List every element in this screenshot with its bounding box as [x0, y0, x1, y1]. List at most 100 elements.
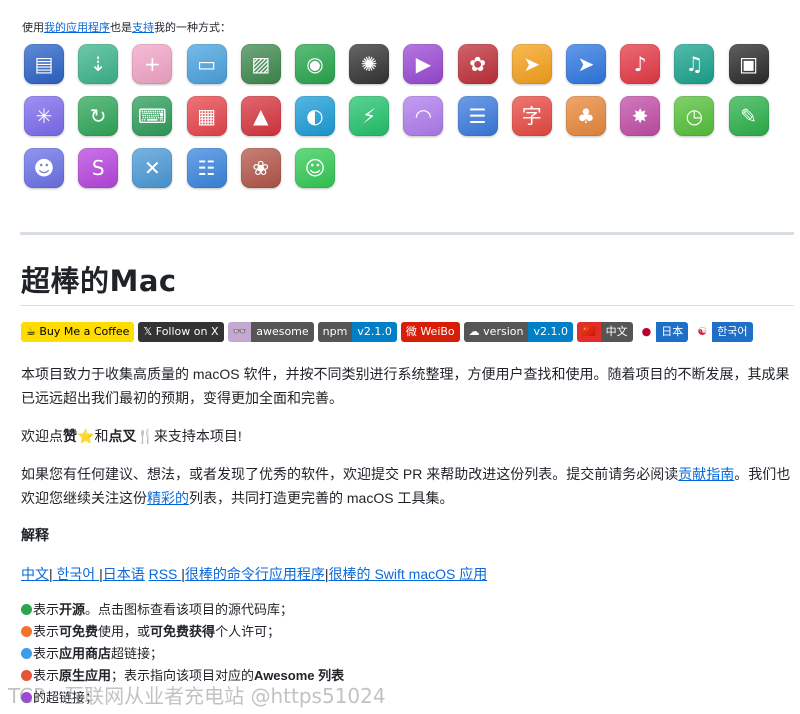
badge-korean[interactable]: ☯ 한국어	[692, 322, 753, 342]
font-glyph-icon: 字	[521, 104, 542, 128]
tools-app-icon[interactable]: ✕	[132, 148, 173, 188]
smile-app-icon[interactable]: ☺	[295, 148, 335, 188]
terminal-app-icon[interactable]: ▣	[728, 44, 769, 84]
badge-npm[interactable]: npm v2.1.0	[317, 322, 397, 342]
intro-suffix: 我的一种方式：	[154, 22, 231, 34]
badge-weibo-label: 微 WeiBo	[400, 322, 460, 342]
refresh-glyph-icon: ↻	[89, 104, 107, 128]
badge-buy-me-a-coffee[interactable]: ☕ Buy Me a Coffee	[21, 322, 135, 342]
star-icon: ⭐	[77, 428, 95, 444]
smile-glyph-icon: ☺	[304, 156, 326, 180]
screen-glyph-icon: ▤	[34, 52, 54, 76]
click-app-icon[interactable]: ✳	[24, 96, 64, 136]
legend-open-source: 表示开源。点击图标查看该项目的源代码库；	[21, 600, 293, 620]
awesome-link[interactable]: 精彩的	[147, 490, 189, 506]
contribute-text-3: 列表，共同打造更完善的 macOS 工具集。	[189, 490, 454, 506]
link-rss[interactable]: RSS	[149, 566, 182, 582]
rss-app-icon[interactable]: ◠	[403, 96, 444, 136]
badge-follow-on-x[interactable]: 𝕏 Follow on X	[138, 322, 224, 342]
zip-app-icon[interactable]: ⇣	[78, 44, 119, 84]
music-teal-app-icon[interactable]: ♫	[674, 44, 715, 84]
badge-follow-on-x-label: 𝕏 Follow on X	[138, 322, 224, 342]
pointer-app-icon[interactable]: ➤	[566, 44, 606, 84]
voice-app-icon[interactable]: ☻	[24, 148, 64, 188]
pointer-glyph-icon: ➤	[577, 52, 595, 76]
badge-awesome-label: 👓	[227, 322, 252, 342]
support-text-1: 欢迎点	[21, 428, 63, 444]
contribute-paragraph: 如果您有任何建议、想法，或者发现了优秀的软件，欢迎提交 PR 来帮助改进这份列表…	[21, 462, 791, 510]
badge-japanese[interactable]: ● 日本	[636, 322, 689, 342]
rss-glyph-icon: ◠	[414, 104, 433, 128]
screenshot-app-icon[interactable]: ◷	[674, 96, 715, 136]
refresh-app-icon[interactable]: ↻	[78, 96, 119, 136]
terminal-glyph-icon: ▣	[739, 52, 759, 76]
lock-glyph-icon: ◉	[306, 52, 324, 76]
photo-app-icon[interactable]: ▲	[240, 96, 281, 136]
link-awesome-cli[interactable]: 很棒的命令行应用程序	[185, 566, 325, 582]
title-underline	[20, 305, 794, 306]
badge-weibo[interactable]: 微 WeiBo	[400, 322, 460, 342]
link-awesome-swift[interactable]: 很棒的 Swift macOS 应用	[329, 566, 488, 582]
display-app-icon[interactable]: ▭	[186, 44, 227, 84]
aperture-glyph-icon: ✺	[360, 52, 378, 76]
badge-chinese[interactable]: 🇨🇳 中文	[576, 322, 633, 342]
link-japanese[interactable]: 日本语	[103, 566, 145, 582]
display-glyph-icon: ▭	[197, 52, 217, 76]
legend-bold-text: 应用商店	[59, 646, 112, 661]
badge-awesome-value: awesome	[251, 322, 314, 342]
language-links: 中文| 한국어 |日本语 RSS |很棒的命令行应用程序|很棒的 Swift m…	[21, 562, 791, 586]
list-app-icon[interactable]: ☰	[457, 96, 498, 136]
edge-app-icon[interactable]: ◐	[295, 96, 335, 136]
badge-version-value: v2.1.0	[528, 322, 573, 342]
screen-app-icon[interactable]: ▤	[24, 44, 64, 84]
pattern-app-icon[interactable]: ▨	[240, 44, 281, 84]
cursor-md-app-icon[interactable]: ➤	[511, 44, 552, 84]
legend-free-icon	[21, 626, 32, 637]
badge-japanese-value: 日本	[656, 322, 689, 342]
badge-japanese-label: ●	[636, 322, 657, 342]
badge-awesome[interactable]: 👓 awesome	[227, 322, 314, 342]
legend-text: 超链接；	[111, 646, 164, 661]
my-apps-link[interactable]: 我的应用程序	[44, 22, 110, 34]
art-app-icon[interactable]: ❀	[240, 148, 281, 188]
image-add-app-icon[interactable]: +	[132, 44, 173, 84]
battery-app-icon[interactable]: ⚡	[349, 96, 390, 136]
contribute-text-1: 如果您有任何建议、想法，或者发现了优秀的软件，欢迎提交 PR 来帮助改进这份列表…	[21, 466, 679, 482]
legend-open-source-icon	[21, 604, 32, 615]
video-app-icon[interactable]: ▶	[403, 44, 444, 84]
music-app-icon[interactable]: ♪	[620, 44, 661, 84]
keyboard-app-icon[interactable]: ⌨	[132, 96, 173, 136]
support-link[interactable]: 支持	[132, 22, 154, 34]
legend-text: 个人许可；	[215, 624, 281, 639]
form-app-icon[interactable]: ☷	[186, 148, 227, 188]
music-teal-glyph-icon: ♫	[685, 52, 704, 76]
pinwheel-app-icon[interactable]: ✿	[457, 44, 498, 84]
draw-glyph-icon: ✎	[740, 104, 757, 128]
battery-glyph-icon: ⚡	[362, 104, 377, 128]
badge-version[interactable]: ☁ version v2.1.0	[463, 322, 573, 342]
edge-glyph-icon: ◐	[306, 104, 324, 128]
aperture-app-icon[interactable]: ✺	[349, 44, 390, 84]
pattern-glyph-icon: ▨	[251, 52, 271, 76]
lock-app-icon[interactable]: ◉	[295, 44, 335, 84]
art-glyph-icon: ❀	[252, 156, 270, 180]
burst-app-icon[interactable]: ✸	[620, 96, 661, 136]
legend-bold-text: 可免费	[59, 624, 99, 639]
legend-text: 使用，或	[98, 624, 151, 639]
font-app-icon[interactable]: 字	[511, 96, 552, 136]
draw-app-icon[interactable]: ✎	[728, 96, 769, 136]
support-text-3: 来支持本项目!	[153, 428, 242, 444]
link-chinese[interactable]: 中文	[21, 566, 49, 582]
calendar-app-icon[interactable]: ▦	[186, 96, 227, 136]
link-korean[interactable]: 한국어	[53, 566, 99, 582]
section-divider	[20, 232, 794, 235]
s-app-icon[interactable]: S	[78, 148, 119, 188]
legend-bold-text: 可免费获得	[150, 624, 216, 639]
legend-app-store: 表示应用商店超链接；	[21, 644, 163, 664]
badge-version-label: ☁ version	[463, 322, 529, 342]
photo-glyph-icon: ▲	[253, 104, 269, 128]
bird-app-icon[interactable]: ♣	[566, 96, 606, 136]
contributing-guide-link[interactable]: 贡献指南	[678, 466, 734, 482]
badge-korean-value: 한국어	[712, 322, 753, 342]
badge-npm-label: npm	[317, 322, 353, 342]
